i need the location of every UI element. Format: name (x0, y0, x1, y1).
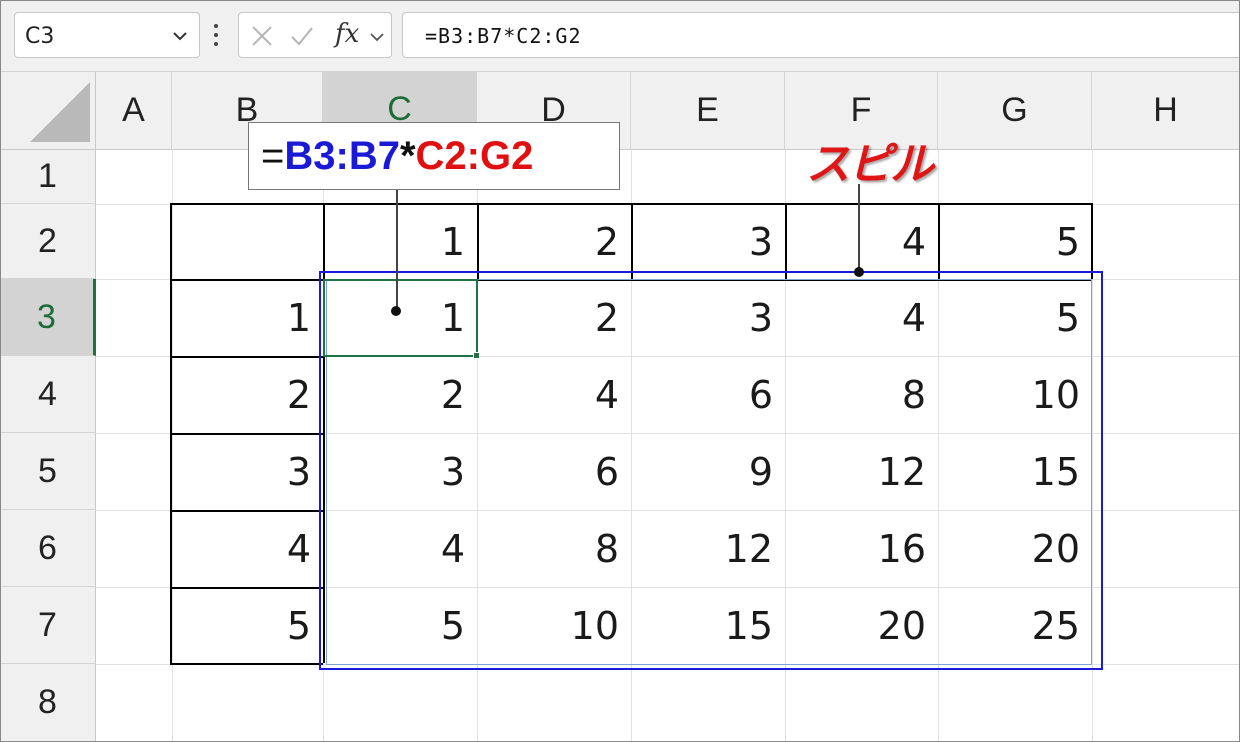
check-icon[interactable] (289, 23, 315, 49)
chevron-down-icon[interactable] (367, 27, 387, 47)
spill-leader-line (858, 184, 860, 272)
more-vertical-icon[interactable] (211, 22, 221, 48)
select-all-triangle-icon (30, 82, 90, 142)
row-header-4[interactable]: 4 (0, 356, 96, 433)
callout-operator: * (399, 133, 416, 178)
table-border (631, 203, 633, 279)
callout-ref-cols: C2:G2 (415, 133, 534, 178)
table-border (477, 203, 479, 279)
row-header-1[interactable]: 1 (0, 150, 96, 204)
row-header-5[interactable]: 5 (0, 433, 96, 510)
spill-label: スピル (806, 139, 934, 190)
cell-e2[interactable]: 3 (631, 204, 785, 279)
table-border (785, 203, 787, 279)
cell-c2[interactable]: 1 (323, 204, 477, 279)
row-header-7[interactable]: 7 (0, 587, 96, 664)
formula-controls: fx (238, 12, 392, 58)
table-border (170, 356, 323, 358)
name-box-value: C3 (25, 24, 55, 49)
table-border (170, 587, 323, 589)
spill-leader-dot (854, 267, 864, 277)
table-border (170, 433, 323, 435)
cell-b7[interactable]: 5 (172, 587, 323, 664)
cell-b6[interactable]: 4 (172, 510, 323, 587)
cell-b5[interactable]: 3 (172, 433, 323, 510)
table-border (170, 510, 323, 512)
close-icon[interactable] (249, 23, 275, 49)
callout-leader-dot (391, 306, 401, 316)
callout-ref-rows: B3:B7 (284, 133, 400, 178)
column-header-a[interactable]: A (96, 72, 172, 150)
cell-b3[interactable]: 1 (172, 279, 323, 356)
callout-equals: = (261, 133, 285, 178)
row-header-8[interactable]: 8 (0, 664, 96, 742)
insert-function-button[interactable]: fx (335, 19, 359, 49)
table-border (170, 279, 323, 281)
row-header-2[interactable]: 2 (0, 204, 96, 279)
column-header-g[interactable]: G (938, 72, 1092, 150)
table-border (938, 203, 940, 279)
callout-leader-line (396, 190, 398, 310)
column-header-e[interactable]: E (631, 72, 785, 150)
row-header-6[interactable]: 6 (0, 510, 96, 587)
select-all-corner[interactable] (0, 72, 96, 150)
cell-g2[interactable]: 5 (938, 204, 1092, 279)
table-border (1091, 203, 1093, 279)
formula-text: =B3:B7*C2:G2 (425, 24, 582, 48)
chevron-down-icon[interactable] (169, 25, 191, 47)
formula-input[interactable]: =B3:B7*C2:G2 (402, 12, 1240, 58)
cell-b4[interactable]: 2 (172, 356, 323, 433)
active-cell-border (323, 279, 478, 357)
name-box[interactable]: C3 (14, 12, 200, 58)
fill-handle[interactable] (473, 352, 480, 359)
formula-callout: = B3:B7 * C2:G2 (248, 122, 620, 190)
table-border (170, 663, 323, 665)
cell-d2[interactable]: 2 (477, 204, 631, 279)
column-header-h[interactable]: H (1092, 72, 1240, 150)
formula-bar: C3 fx =B3:B7*C2:G2 (0, 0, 1240, 72)
row-header-3[interactable]: 3 (0, 279, 96, 356)
